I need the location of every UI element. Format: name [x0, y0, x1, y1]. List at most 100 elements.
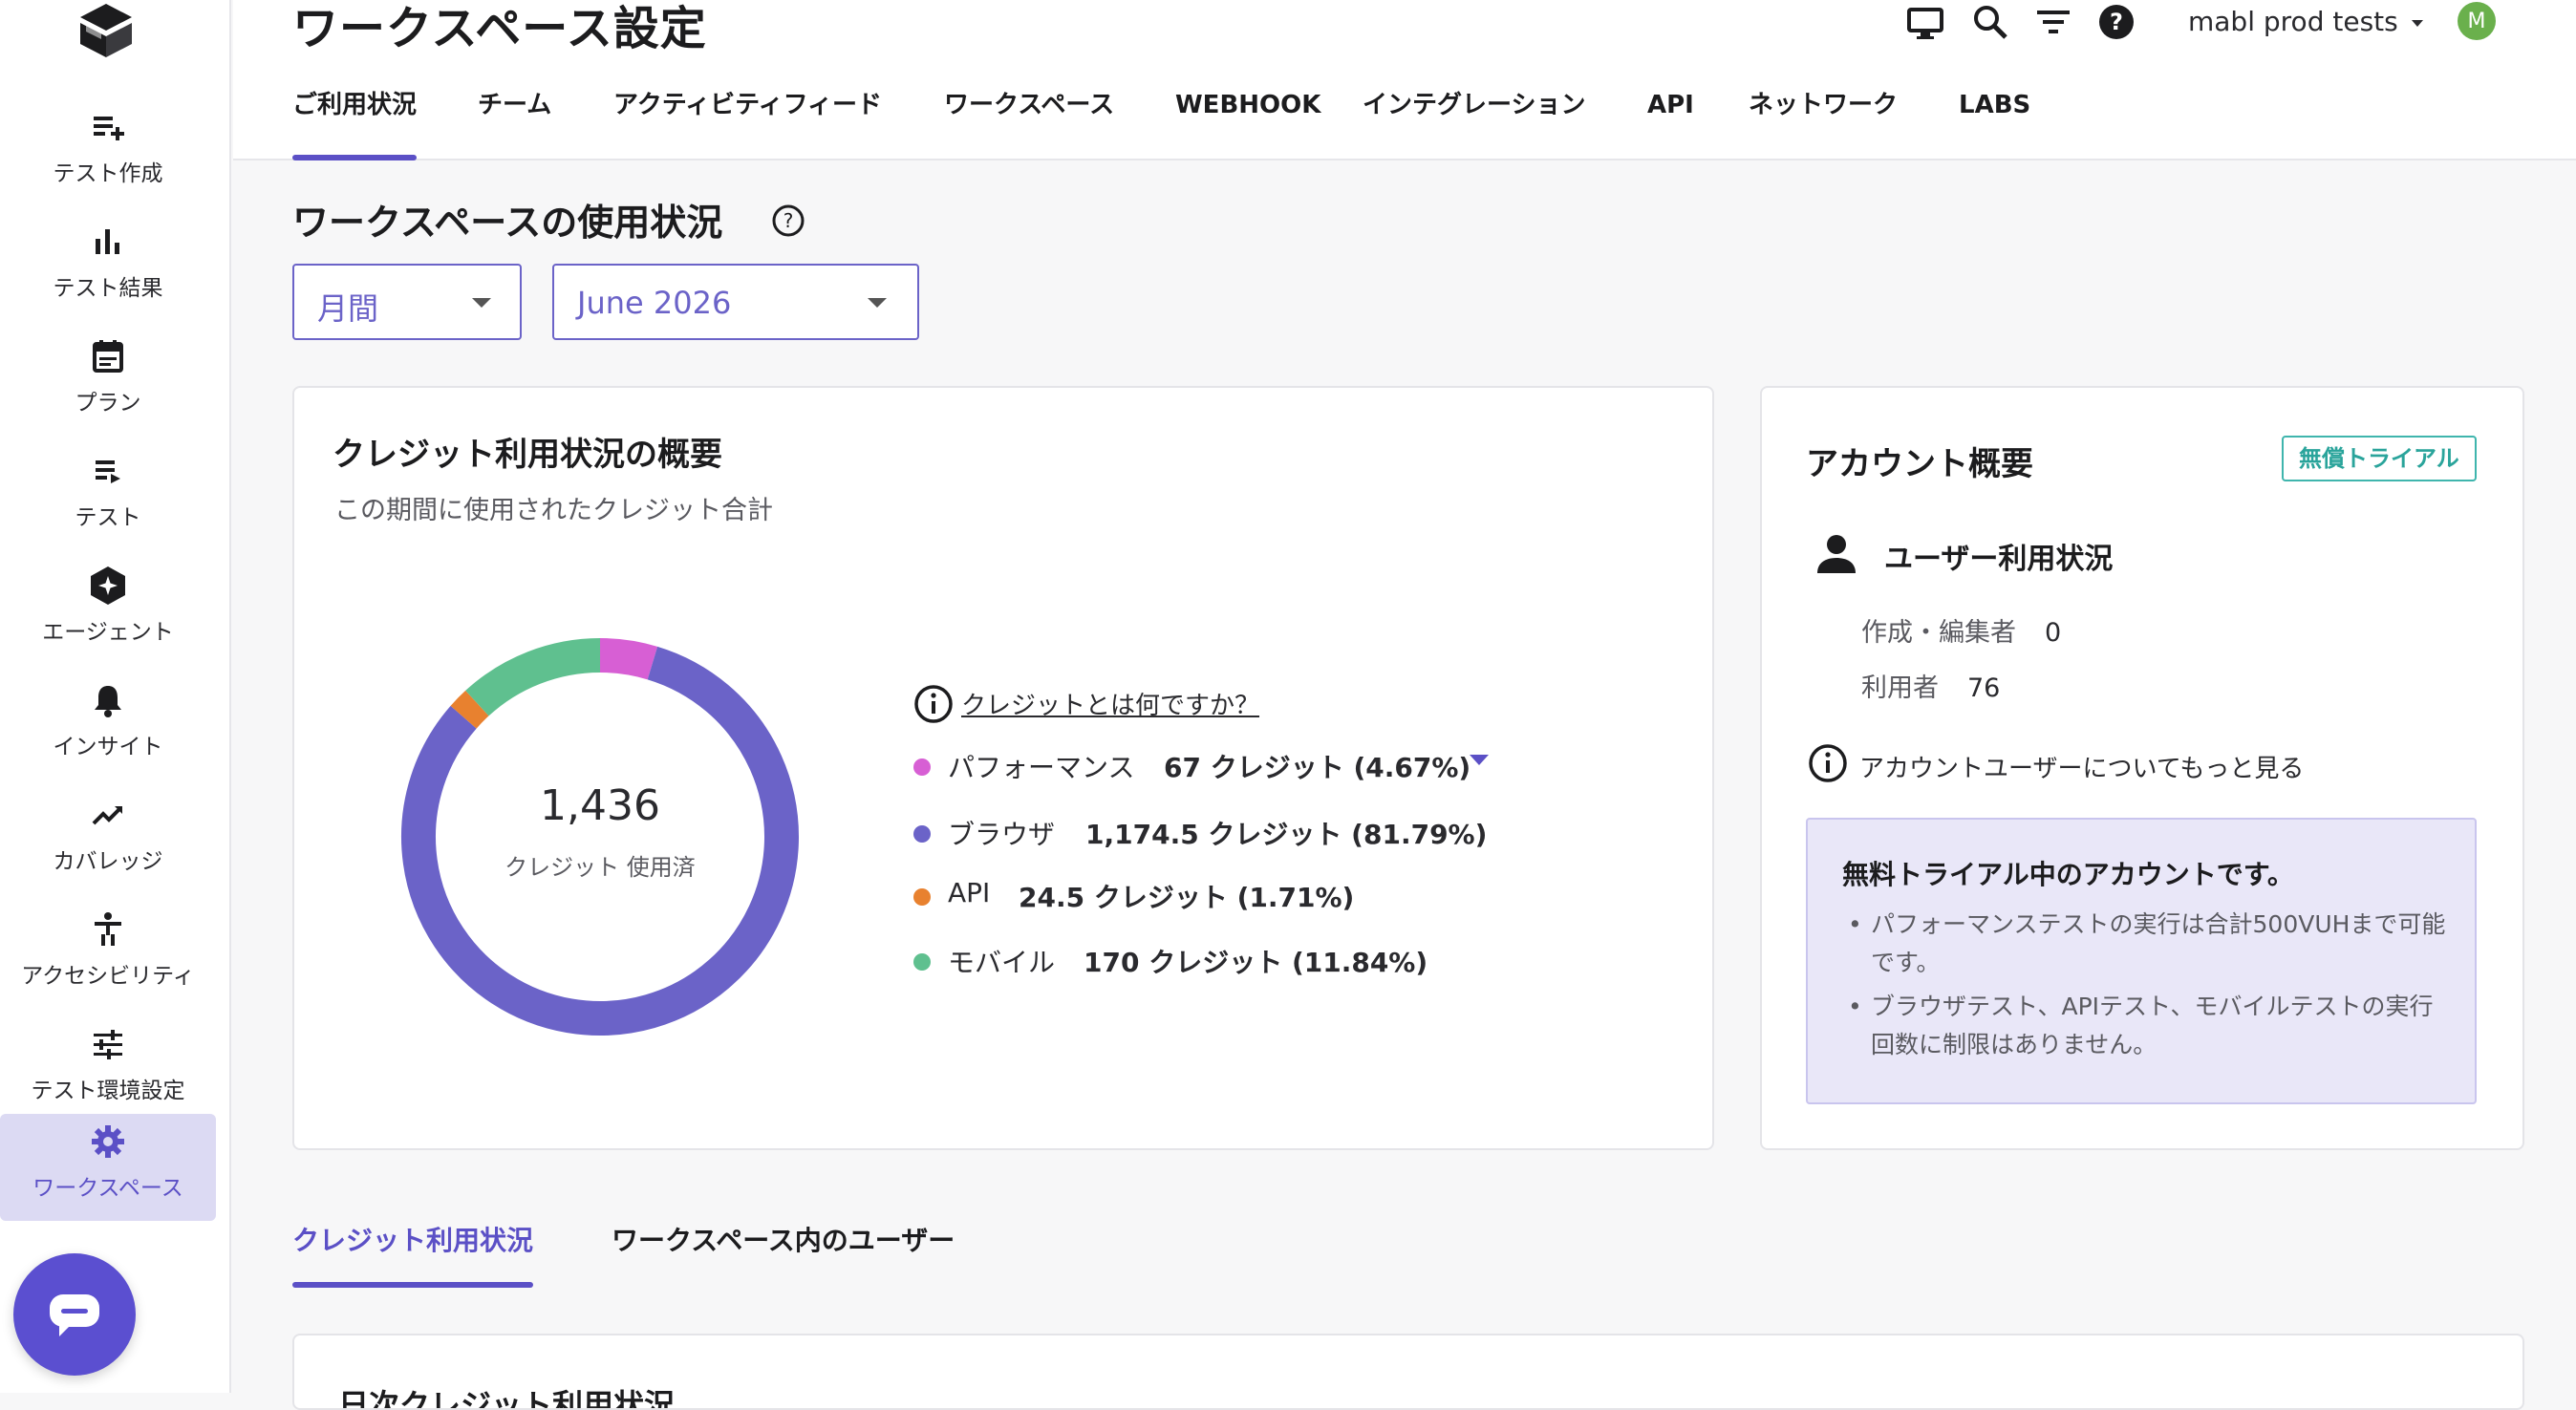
monitor-icon[interactable]: [1905, 4, 1945, 44]
avatar[interactable]: M: [2458, 2, 2496, 40]
sidebar-item-label: テスト結果: [53, 276, 163, 301]
legend-label: API: [948, 877, 991, 908]
sidebar-item-tests[interactable]: テスト: [0, 443, 216, 550]
section-title: ワークスペースの使用状況: [292, 202, 723, 244]
legend-dot: [913, 825, 931, 843]
accessibility-icon: [95, 912, 121, 946]
tab-webhook[interactable]: WEBHOOK: [1175, 80, 1320, 160]
sidebar-item-test-settings[interactable]: テスト環境設定: [0, 1016, 216, 1123]
legend-dot: [913, 758, 931, 776]
tab-network[interactable]: ネットワーク: [1749, 80, 1898, 160]
donut-total-label: クレジット 使用済: [504, 854, 696, 881]
account-card-title: アカウント概要: [1806, 445, 2033, 483]
editors-value: 0: [2045, 618, 2062, 648]
gear-icon: [92, 1125, 124, 1158]
sidebar-item-label: プラン: [75, 391, 141, 416]
legend-value: 170 クレジット (11.84%): [1084, 947, 1428, 978]
tab-api[interactable]: API: [1647, 80, 1694, 160]
chat-button[interactable]: [13, 1253, 136, 1376]
svg-text:?: ?: [784, 209, 794, 232]
sidebar-item-coverage[interactable]: カバレッジ: [0, 787, 216, 894]
editors-stat: 作成・編集者 0: [1861, 611, 2061, 649]
sidebar-item-label: ワークスペース: [32, 1176, 183, 1201]
sidebar-item-label: テスト: [75, 505, 141, 530]
donut-slice-2[interactable]: [450, 690, 489, 729]
sidebar-item-accessibility[interactable]: アクセシビリティ: [0, 902, 216, 1009]
month-select-value: June 2026: [577, 285, 732, 321]
legend-dot: [913, 953, 931, 971]
sidebar-item-label: アクセシビリティ: [21, 964, 195, 989]
list-item: パフォーマンステストの実行は合計500VUHまで可能です。: [1842, 906, 2454, 982]
tab-activity-feed[interactable]: アクティビティフィード: [613, 80, 882, 160]
credits-card-subtitle: この期間に使用されたクレジット合計: [334, 496, 773, 525]
chat-icon: [50, 1294, 99, 1336]
sidebar-item-create-test[interactable]: テスト作成: [0, 99, 216, 206]
add-list-icon: [94, 117, 124, 140]
help-icon[interactable]: ?: [2096, 2, 2136, 42]
sidebar-item-insights[interactable]: インサイト: [0, 673, 216, 780]
legend-dot: [913, 888, 931, 906]
sidebar-item-plans[interactable]: プラン: [0, 329, 216, 436]
legend-label: モバイル: [948, 947, 1056, 978]
info-icon: [1809, 744, 1847, 782]
sidebar-item-label: テスト作成: [53, 161, 163, 186]
svg-text:?: ?: [2110, 9, 2123, 35]
trial-notice-title: 無料トライアル中のアカウントです。: [1842, 859, 2294, 890]
legend-value: 1,174.5 クレジット (81.79%): [1085, 819, 1488, 850]
chevron-down-icon: [472, 298, 491, 308]
donut-svg: [401, 638, 799, 1036]
filter-icon[interactable]: [2033, 2, 2073, 42]
list-play-icon: [96, 460, 120, 483]
tab-team[interactable]: チーム: [478, 80, 551, 160]
mabl-logo-icon[interactable]: [73, 0, 140, 63]
tab-usage[interactable]: ご利用状況: [292, 80, 418, 160]
daily-credit-usage-title: 日次クレジット利用状況: [338, 1387, 676, 1410]
legend-label: パフォーマンス: [948, 752, 1135, 783]
donut-slice-0[interactable]: [599, 638, 658, 680]
legend-label: ブラウザ: [948, 819, 1056, 850]
learn-more-users-link[interactable]: アカウントユーザーについてもっと見る: [1859, 749, 2304, 784]
users-label: 利用者: [1861, 673, 1939, 703]
month-select[interactable]: June 2026: [552, 264, 919, 340]
trial-notice: 無料トライアル中のアカウントです。 パフォーマンステストの実行は合計500VUH…: [1806, 818, 2477, 1104]
help-circle-icon[interactable]: ?: [770, 203, 806, 239]
status-badge: 無償トライアル: [2282, 436, 2477, 481]
daily-credit-usage-card: 日次クレジット利用状況: [292, 1334, 2524, 1410]
what-is-credit-link[interactable]: クレジットとは何ですか？: [961, 686, 1259, 721]
donut-slice-3[interactable]: [465, 638, 601, 716]
sidebar-item-label: カバレッジ: [53, 849, 163, 874]
user-icon: [1817, 535, 1856, 573]
tab-workspace[interactable]: ワークスペース: [944, 80, 1114, 160]
bar-chart-icon: [96, 229, 119, 254]
workspace-selector[interactable]: mabl prod tests: [2188, 6, 2423, 37]
editors-label: 作成・編集者: [1861, 618, 2016, 648]
search-icon[interactable]: [1970, 2, 2010, 42]
header: ワークスペース設定 ? mabl prod tests M ご利用状況 チーム …: [233, 0, 2576, 160]
tab-credit-usage[interactable]: クレジット利用状況: [292, 1213, 534, 1288]
donut-total: 1,436: [540, 781, 660, 830]
period-select[interactable]: 月間: [292, 264, 522, 340]
agent-hexagon-icon: [91, 566, 125, 605]
sliders-icon: [94, 1030, 122, 1059]
chevron-down-icon: [868, 298, 887, 308]
tab-integration[interactable]: インテグレーション: [1363, 80, 1585, 160]
user-stats-title: ユーザー利用状況: [1884, 543, 2114, 576]
sidebar-item-workspace[interactable]: ワークスペース: [0, 1114, 216, 1221]
users-stat: 利用者 76: [1861, 667, 2000, 704]
legend-value: 24.5 クレジット (1.71%): [1019, 882, 1355, 913]
tab-workspace-users[interactable]: ワークスペース内のユーザー: [612, 1213, 955, 1288]
chevron-down-icon[interactable]: [1470, 755, 1489, 765]
trending-up-icon: [92, 806, 122, 825]
bell-icon: [95, 686, 121, 717]
calendar-icon: [93, 340, 123, 373]
tab-labs[interactable]: LABS: [1959, 80, 2030, 160]
sidebar-item-agent[interactable]: エージェント: [0, 558, 216, 665]
sidebar-item-label: インサイト: [53, 735, 163, 759]
workspace-name: mabl prod tests: [2188, 6, 2398, 37]
users-value: 76: [1967, 673, 2001, 703]
chevron-down-icon: [2411, 19, 2423, 27]
legend-value: 67 クレジット (4.67%): [1164, 752, 1471, 783]
trial-notice-list: パフォーマンステストの実行は合計500VUHまで可能です。 ブラウザテスト、AP…: [1842, 906, 2454, 1070]
sidebar-item-test-results[interactable]: テスト結果: [0, 214, 216, 321]
sidebar-item-label: テスト環境設定: [31, 1079, 185, 1103]
